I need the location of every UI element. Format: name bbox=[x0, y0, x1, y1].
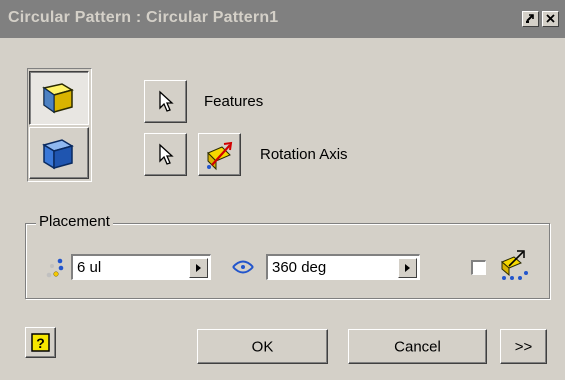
features-label: Features bbox=[204, 93, 264, 110]
occurrence-count-value: 6 ul bbox=[77, 259, 102, 276]
triangle-right-icon bbox=[196, 264, 201, 272]
arrow-cursor-icon bbox=[159, 90, 174, 112]
angle-value: 360 deg bbox=[272, 259, 327, 276]
help-icon: ? bbox=[31, 333, 50, 352]
pattern-features-mode-button[interactable] bbox=[29, 71, 89, 125]
close-icon bbox=[546, 14, 555, 23]
placement-group-title: Placement bbox=[36, 213, 113, 230]
arrow-cursor-icon bbox=[159, 143, 174, 165]
window-title: Circular Pattern : Circular Pattern1 bbox=[8, 9, 279, 26]
restore-icon bbox=[526, 14, 534, 23]
help-button[interactable]: ? bbox=[25, 327, 56, 358]
flip-direction-icon bbox=[207, 141, 233, 171]
close-button[interactable] bbox=[542, 11, 559, 27]
title-bar[interactable]: Circular Pattern : Circular Pattern1 bbox=[0, 0, 565, 38]
more-options-label: >> bbox=[514, 338, 533, 355]
svg-text:?: ? bbox=[36, 335, 45, 351]
occurrence-count-field[interactable]: 6 ul bbox=[70, 253, 212, 281]
cancel-button-label: Cancel bbox=[394, 338, 441, 355]
pattern-solid-mode-button[interactable] bbox=[29, 127, 89, 179]
select-features-button[interactable] bbox=[144, 80, 187, 123]
feature-pattern-icon bbox=[42, 83, 74, 114]
angle-icon bbox=[232, 260, 254, 274]
cancel-button[interactable]: Cancel bbox=[348, 329, 487, 364]
select-rotation-axis-button[interactable] bbox=[144, 133, 187, 176]
occurrence-count-icon bbox=[46, 258, 64, 278]
fitted-checkbox[interactable] bbox=[471, 260, 486, 275]
more-options-button[interactable]: >> bbox=[500, 329, 547, 364]
angle-field[interactable]: 360 deg bbox=[265, 253, 421, 281]
ok-button[interactable]: OK bbox=[197, 329, 328, 364]
occurrence-count-spin-button[interactable] bbox=[189, 258, 208, 278]
solid-pattern-icon bbox=[42, 139, 74, 170]
fitted-direction-icon bbox=[501, 250, 528, 280]
ok-button-label: OK bbox=[251, 338, 274, 355]
angle-spin-button[interactable] bbox=[398, 258, 417, 278]
rotation-axis-label: Rotation Axis bbox=[260, 146, 348, 163]
triangle-right-icon bbox=[405, 264, 410, 272]
restore-button[interactable] bbox=[522, 11, 539, 27]
flip-axis-button[interactable] bbox=[198, 133, 241, 176]
